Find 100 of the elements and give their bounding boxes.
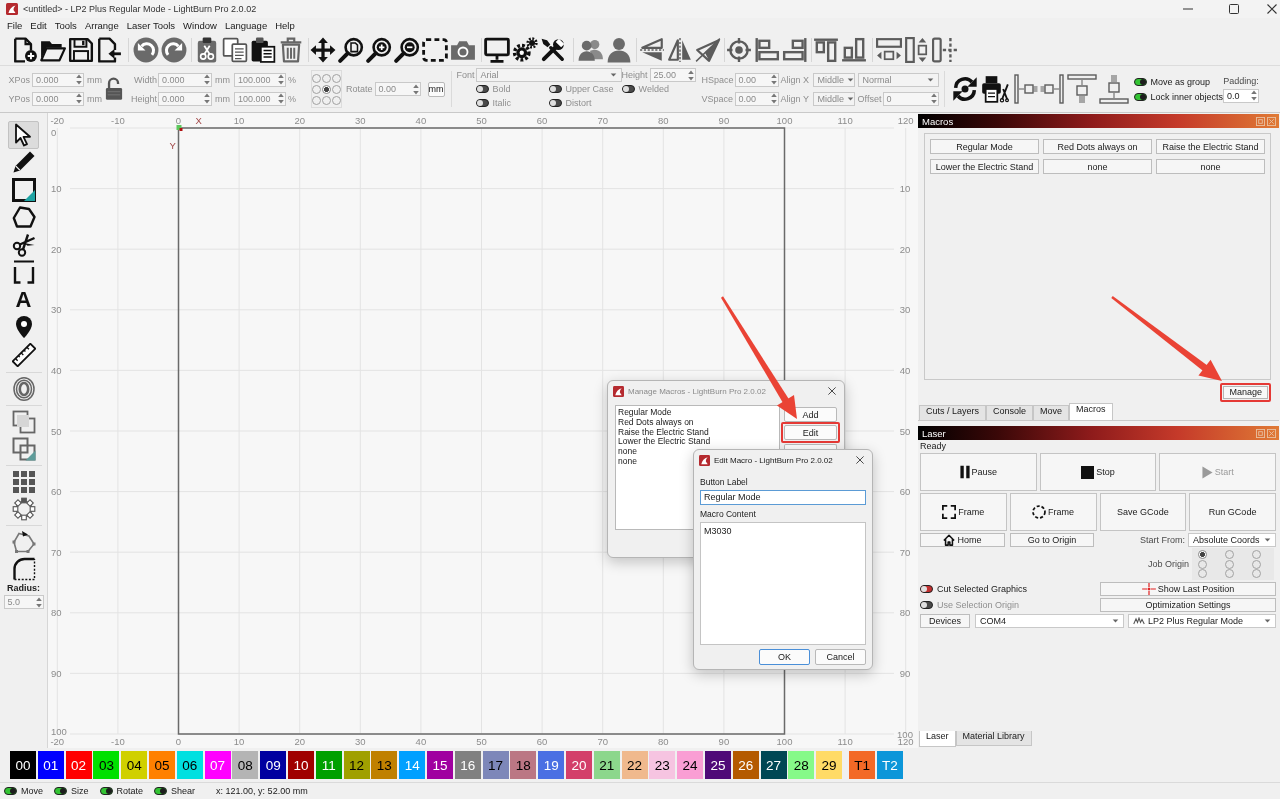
go-to-origin-button[interactable]: Go to Origin [1010,533,1094,547]
run-button[interactable]: Pause [920,453,1037,491]
layer-color-swatch[interactable]: 04 [121,751,148,779]
layer-color-swatch[interactable]: 28 [788,751,815,779]
macro-button[interactable]: Lower the Electric Stand [930,159,1039,174]
manage-button[interactable]: Manage [1223,385,1268,399]
layer-color-swatch[interactable]: 19 [538,751,565,779]
layer-color-swatch[interactable]: 18 [510,751,537,779]
job-button[interactable]: Frame [1009,493,1097,531]
open-padlock-icon[interactable] [105,77,123,101]
user-icon[interactable] [606,36,632,63]
layer-color-swatch[interactable]: 05 [149,751,175,779]
units-button[interactable]: mm [427,81,445,97]
layer-color-swatch[interactable]: 21 [593,751,620,779]
layer-color-swatch[interactable]: 06 [176,751,203,779]
new-file-icon[interactable] [12,36,38,63]
save-icon[interactable] [68,36,94,63]
menu-item[interactable]: Window [179,19,221,33]
layer-color-swatch[interactable]: 09 [260,751,287,779]
distribute-vertical-icon[interactable] [904,36,930,63]
settings-icon[interactable] [512,36,538,63]
layer-color-swatch[interactable]: 02 [65,751,92,779]
menu-item[interactable]: Arrange [80,19,123,33]
layer-color-swatch[interactable]: 00 [10,751,36,779]
list-item[interactable]: none [618,457,637,467]
layer-color-swatch[interactable]: 10 [287,751,314,779]
layer-color-swatch[interactable]: 08 [232,751,259,779]
maximize-icon[interactable] [1229,4,1239,14]
target-icon[interactable] [726,36,752,63]
dashed-rectangle-icon[interactable] [422,36,448,63]
show-last-position-button[interactable]: Show Last Position [1100,581,1276,596]
menu-item[interactable]: Help [271,19,299,33]
toggle-switch[interactable] [1133,92,1147,101]
align-right-icon[interactable] [782,36,808,63]
rotate-arrows-icon[interactable] [950,75,979,103]
layer-color-swatch[interactable]: 22 [621,751,648,779]
macro-button[interactable]: Red Dots always on [1043,139,1152,154]
run-button[interactable]: Stop [1039,453,1157,491]
toggle-switch[interactable] [920,584,933,593]
close-icon[interactable] [856,456,864,464]
layer-color-swatch[interactable]: 24 [677,751,704,779]
menu-item[interactable]: Language [220,19,272,33]
dialog-button[interactable]: Cancel [815,649,866,665]
list-item[interactable]: Lower the Electric Stand [618,437,711,448]
macro-content-field[interactable]: M3030 [700,522,866,645]
radio-button[interactable] [322,84,331,94]
move-arrows-icon[interactable] [310,36,336,63]
zoom-out-icon[interactable] [394,36,420,63]
layer-color-swatch[interactable]: 25 [704,751,731,779]
devices-button[interactable]: Devices [920,613,970,628]
dashed-cross-icon[interactable] [932,36,958,63]
push-to-top-edge-icon[interactable] [1066,74,1097,104]
layer-color-swatch[interactable]: 20 [565,751,592,779]
layer-color-swatch[interactable]: 16 [454,751,481,779]
tab[interactable]: Laser [919,731,956,747]
menu-item[interactable]: Tools [50,19,81,33]
align-top-icon[interactable] [813,36,839,63]
flip-horizontal-icon[interactable] [667,36,693,63]
toggle-switch[interactable] [99,787,113,795]
printer-scissors-icon[interactable] [980,75,1009,103]
tab[interactable]: Move [1033,405,1070,420]
menu-item[interactable]: File [3,19,27,33]
macro-button[interactable]: none [1156,159,1265,174]
button-label-field[interactable]: Regular Mode [700,490,866,505]
layer-color-swatch[interactable]: T1 [849,751,876,779]
layer-color-swatch[interactable]: 12 [343,751,370,779]
list-item[interactable]: Raise the Electric Stand [618,427,709,438]
zoom-in-icon[interactable] [366,36,392,63]
align-left-icon[interactable] [754,36,780,63]
layer-color-swatch[interactable]: 23 [649,751,676,779]
paste-icon[interactable] [250,36,276,63]
job-button[interactable]: Run GCode [1189,493,1276,531]
wrench-screwdriver-icon[interactable] [540,36,566,63]
spin-box[interactable]: 0.0 [1223,88,1260,103]
home-button[interactable]: Home [920,533,1005,547]
trash-icon[interactable] [278,36,304,63]
close-icon[interactable] [1267,4,1277,14]
macro-button[interactable]: Raise the Electric Stand [1156,139,1265,154]
close-icon[interactable] [828,387,836,395]
toggle-switch[interactable] [154,787,168,795]
zoom-page-icon[interactable] [338,36,364,63]
layer-color-swatch[interactable]: 03 [93,751,120,779]
menu-item[interactable]: Laser Tools [122,19,180,33]
list-item[interactable]: Regular Mode [618,408,672,418]
dropdown[interactable]: Absolute Coords [1188,533,1276,547]
paper-plane-icon[interactable] [695,36,721,63]
toggle-switch[interactable] [4,787,17,795]
toggle-switch[interactable] [1133,77,1147,86]
dialog-button[interactable]: Edit [784,425,837,440]
radio-button[interactable] [1198,550,1207,559]
layer-color-swatch[interactable]: 15 [426,751,453,779]
copy-icon[interactable] [222,36,248,63]
macro-button[interactable]: Regular Mode [930,139,1039,154]
tab[interactable]: Macros [1069,403,1113,420]
layer-color-swatch[interactable]: 13 [371,751,398,779]
tab[interactable]: Console [986,405,1034,420]
layer-color-swatch[interactable]: 26 [732,751,759,779]
optimization-settings-button[interactable]: Optimization Settings [1100,597,1276,612]
layer-color-swatch[interactable]: 27 [760,751,787,779]
monitor-icon[interactable] [484,36,510,63]
